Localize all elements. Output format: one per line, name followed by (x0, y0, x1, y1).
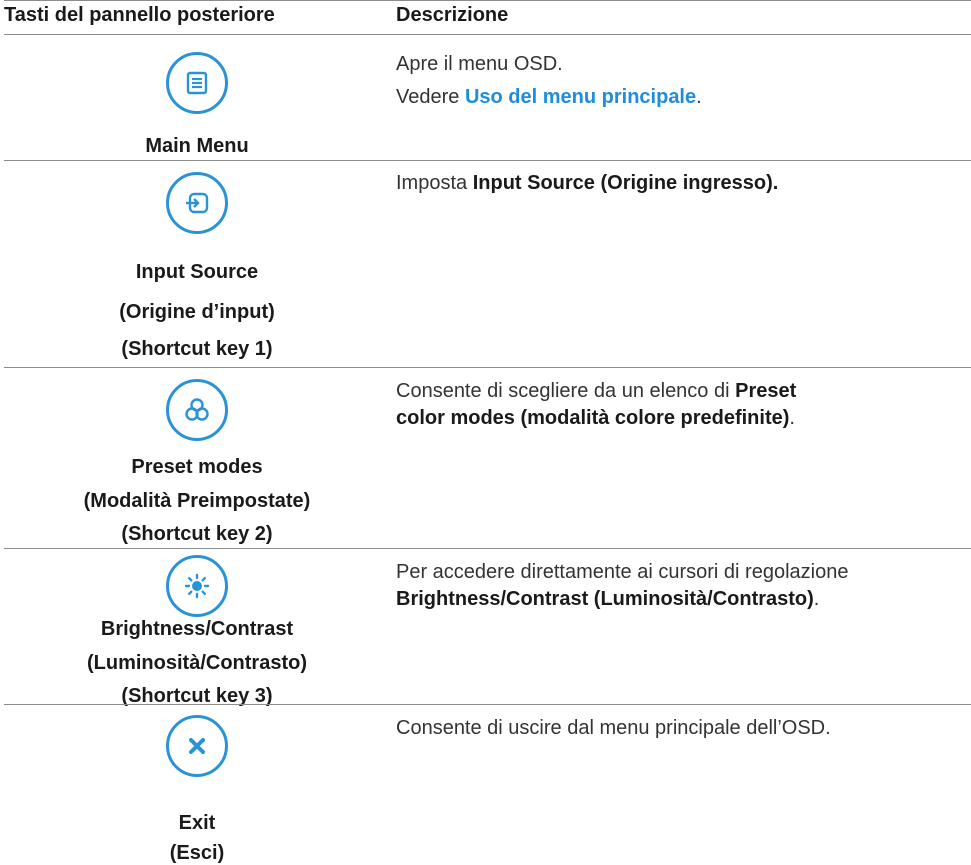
key-label: (Origine d’input) (119, 301, 275, 323)
key-label: (Shortcut key 2) (121, 523, 273, 545)
key-label: (Luminosità/Contrasto) (87, 652, 307, 674)
table-row-main-menu: Main Menu Apre il menu OSD. Vedere Uso d… (0, 35, 971, 160)
column-header-description: Descrizione (396, 4, 509, 26)
color-modes-icon[interactable] (166, 379, 228, 441)
table-row-preset-modes: Preset modes (Modalità Preimpostate) (Sh… (0, 368, 971, 548)
menu-list-icon[interactable] (166, 52, 228, 114)
table-top-rule (4, 0, 971, 1)
input-source-icon[interactable] (166, 172, 228, 234)
key-label: Input Source (135, 261, 259, 283)
description-preset-modes: Consente di scegliere da un elenco di Pr… (396, 380, 797, 429)
table-row-input-source: Input Source (Origine d’input) (Shortcut… (0, 161, 971, 367)
table-row-brightness-contrast: Brightness/Contrast (Luminosità/Contrast… (0, 549, 971, 707)
description-text: Apre il menu OSD. (396, 53, 563, 75)
column-header-keys: Tasti del pannello posteriore (4, 4, 275, 26)
key-label: Brightness/Contrast (100, 618, 294, 640)
key-label: (Shortcut key 1) (121, 338, 273, 360)
key-label: Main Menu (145, 135, 249, 157)
key-label: (Shortcut key 3) (121, 685, 273, 707)
key-label: Preset modes (131, 456, 263, 478)
description-exit: Consente di uscire dal menu principale d… (396, 717, 831, 739)
link-uso-menu-principale[interactable]: Uso del menu principale (465, 86, 696, 108)
description-brightness-contrast: Per accedere direttamente ai cursori di … (396, 561, 849, 610)
description-input-source: Imposta Input Source (Origine ingresso). (396, 172, 779, 194)
close-icon[interactable] (166, 715, 228, 777)
table-row-exit: Exit (Esci) Consente di uscire dal menu … (0, 705, 971, 865)
key-label: Exit (178, 812, 216, 834)
key-label: (Esci) (169, 842, 225, 864)
description-main-menu: Apre il menu OSD. Vedere Uso del menu pr… (396, 54, 966, 107)
brightness-icon[interactable] (166, 555, 228, 617)
key-label: (Modalità Preimpostate) (83, 490, 311, 512)
